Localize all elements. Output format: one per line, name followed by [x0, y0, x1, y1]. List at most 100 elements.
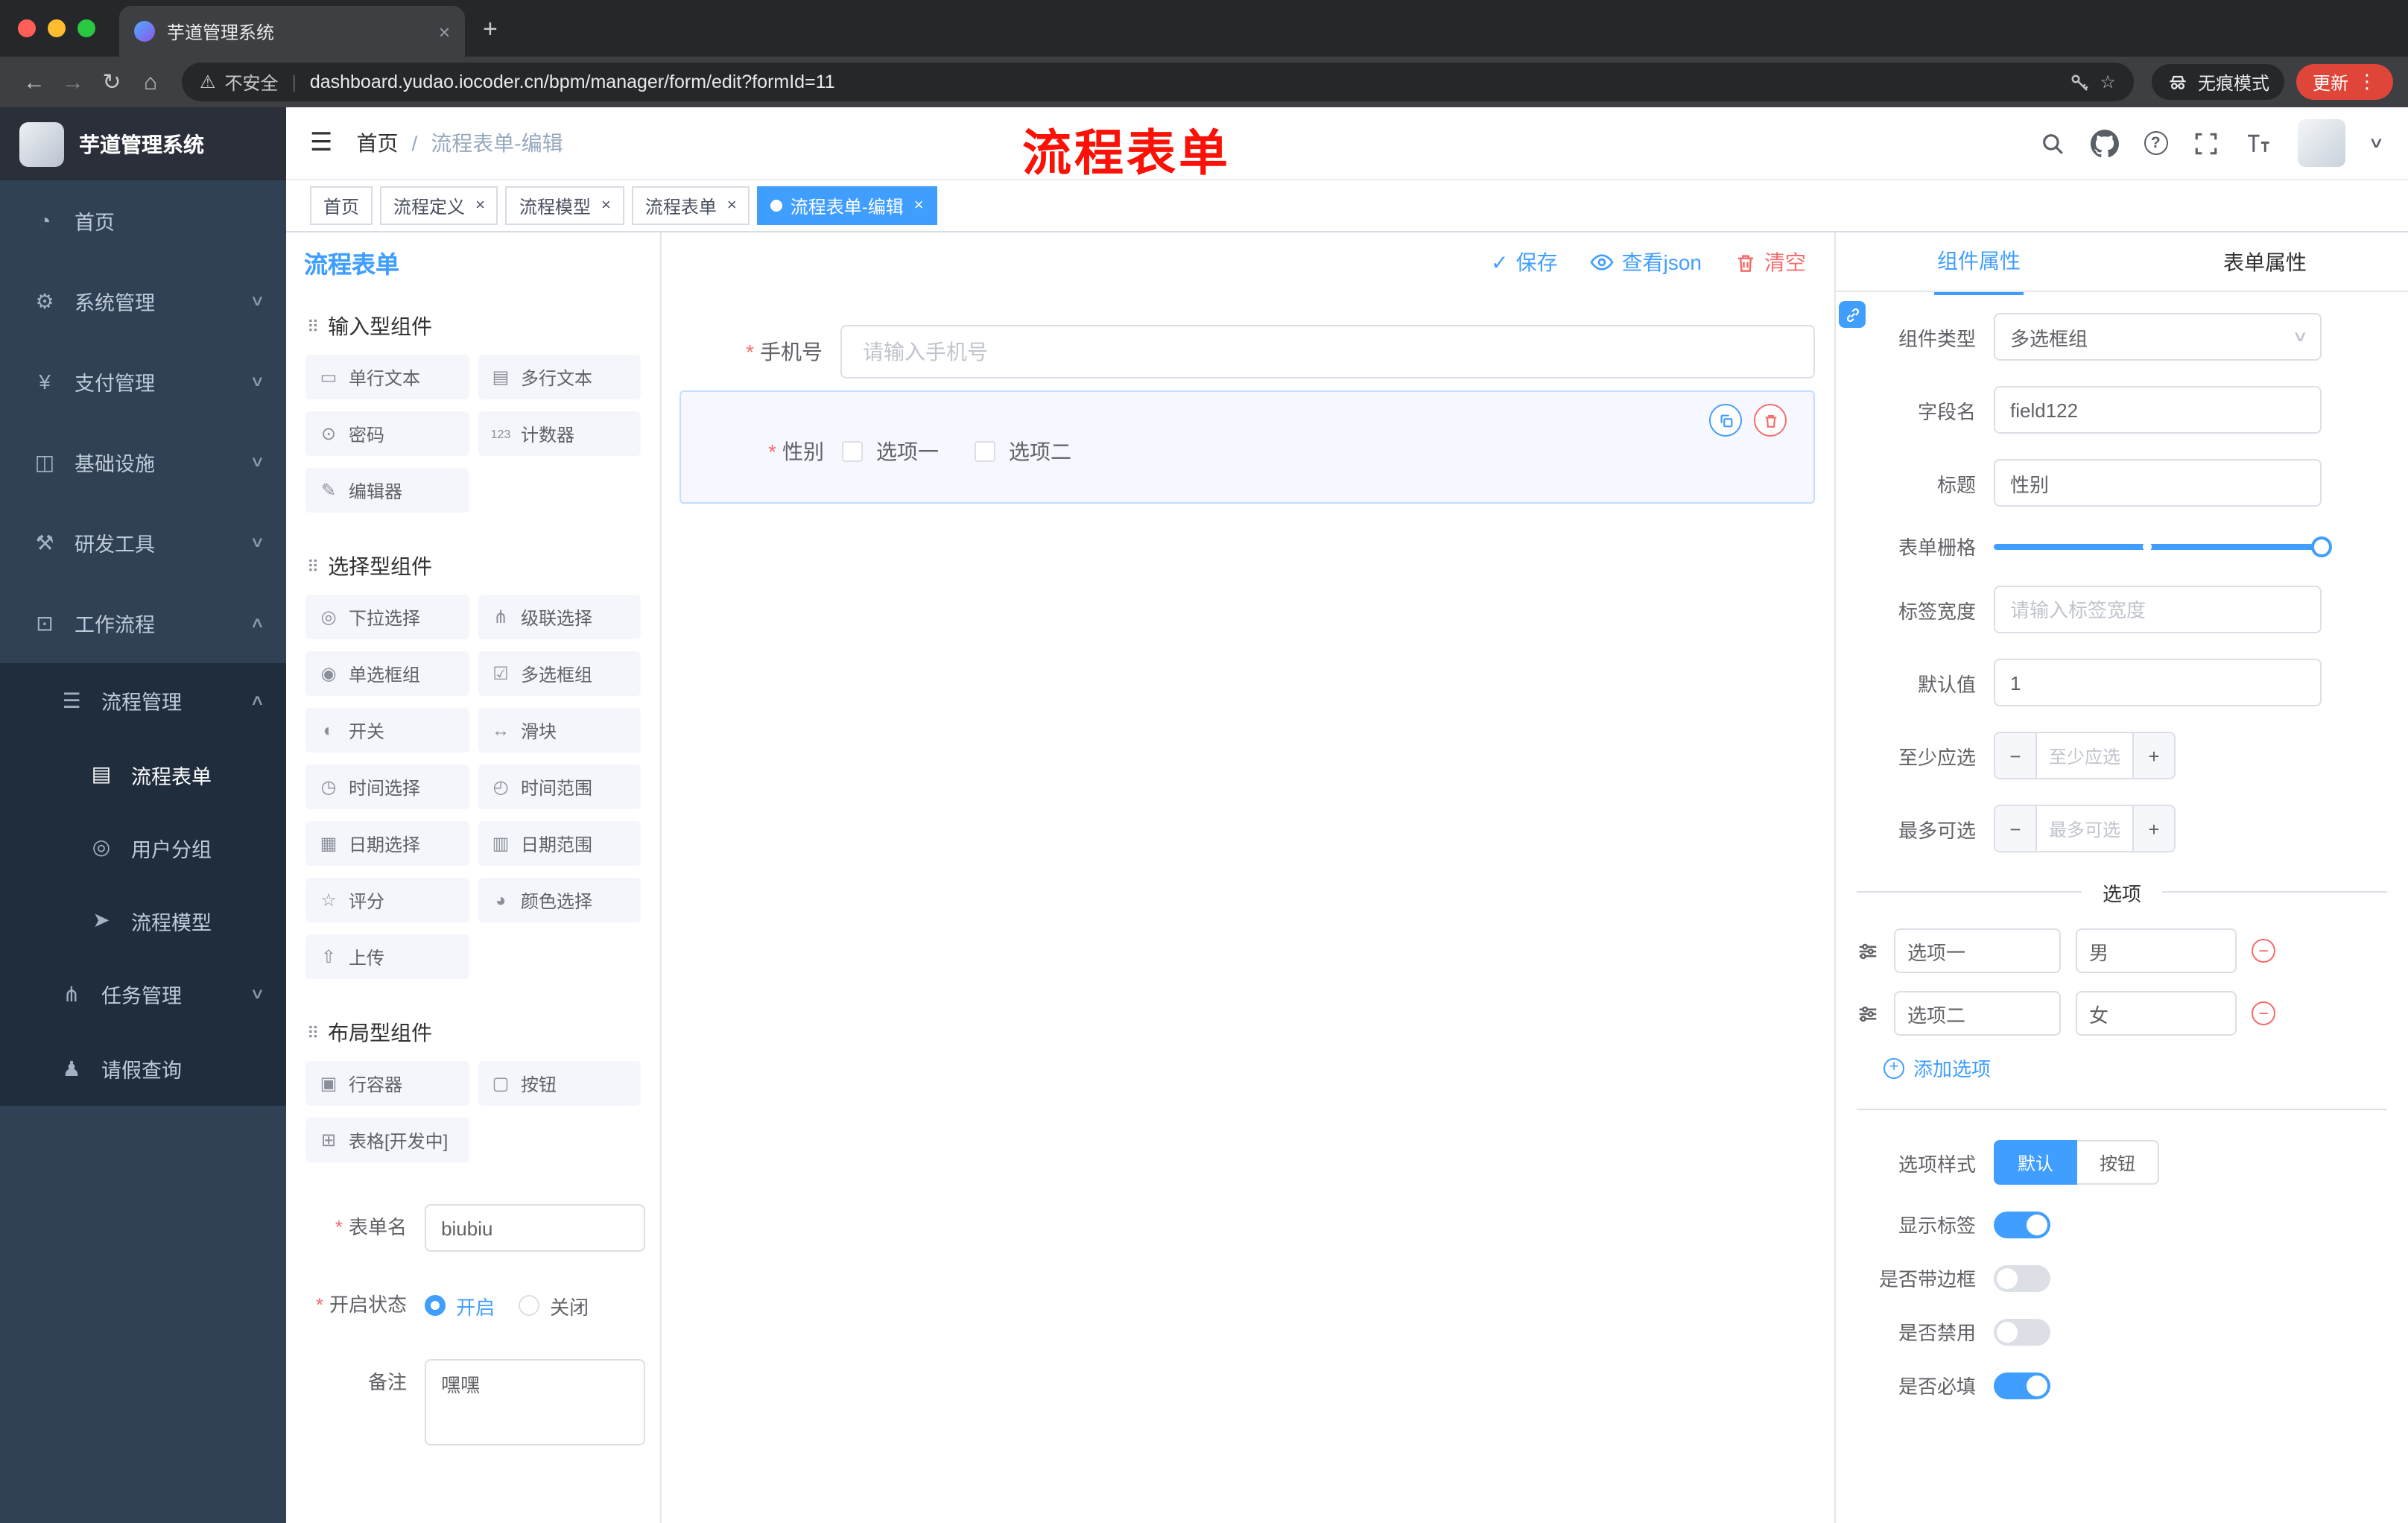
- title-input[interactable]: [1994, 459, 2322, 507]
- default-value-input[interactable]: [1994, 659, 2322, 706]
- github-icon[interactable]: [2090, 129, 2119, 157]
- fullscreen-icon[interactable]: [2193, 130, 2218, 156]
- tag-close-icon[interactable]: ×: [475, 197, 485, 215]
- avatar[interactable]: [2297, 119, 2345, 167]
- new-tab-button[interactable]: +: [483, 15, 498, 45]
- sidebar-item-dev-tools[interactable]: ⚒ 研发工具 ∨: [0, 502, 286, 583]
- component-type-select[interactable]: 多选框组 ∨: [1994, 313, 2322, 361]
- remove-option-button[interactable]: −: [2252, 939, 2275, 963]
- sidebar-item-user-group[interactable]: ◎ 用户分组: [0, 811, 286, 884]
- sidebar-item-workflow[interactable]: ⊡ 工作流程 ∧: [0, 583, 286, 663]
- reload-button[interactable]: ↻: [92, 63, 131, 101]
- border-switch[interactable]: [1994, 1264, 2050, 1291]
- tab-close-icon[interactable]: ×: [439, 20, 450, 42]
- copy-component-button[interactable]: [1709, 404, 1742, 437]
- sidebar-item-system-management[interactable]: ⚙ 系统管理 ∨: [0, 261, 286, 341]
- sidebar-toggle-icon[interactable]: ☰: [310, 128, 333, 158]
- clear-button[interactable]: 清空: [1734, 247, 1806, 277]
- disabled-switch[interactable]: [1994, 1318, 2050, 1345]
- palette-item-table[interactable]: ⊞ 表格[开发中]: [305, 1118, 469, 1162]
- back-button[interactable]: ←: [15, 63, 54, 101]
- gender-field-selected[interactable]: 性别 选项一 选项二: [679, 390, 1815, 504]
- palette-item-date-range[interactable]: ▥ 日期范围: [478, 821, 641, 866]
- option-name-input[interactable]: [1894, 991, 2061, 1036]
- palette-item-slider[interactable]: ↔ 滑块: [478, 708, 641, 753]
- phone-field[interactable]: 手机号: [679, 325, 1815, 379]
- phone-input[interactable]: [840, 325, 1815, 379]
- tag-process-definition[interactable]: 流程定义 ×: [380, 186, 498, 225]
- palette-item-password[interactable]: ⊙ 密码: [305, 411, 469, 456]
- palette-item-switch[interactable]: ◐ 开关: [305, 708, 469, 753]
- palette-item-time-picker[interactable]: ◷ 时间选择: [305, 764, 469, 809]
- address-bar[interactable]: ⚠ 不安全 | dashboard.yudao.iocoder.cn/bpm/m…: [182, 63, 2134, 101]
- sidebar-item-task-management[interactable]: ⋔ 任务管理 ∨: [0, 957, 286, 1031]
- status-radio-off[interactable]: 关闭: [519, 1291, 589, 1320]
- maximize-window-button[interactable]: [77, 19, 95, 37]
- option-name-input[interactable]: [1894, 928, 2061, 973]
- link-icon[interactable]: [1839, 301, 1866, 328]
- font-size-icon[interactable]: [2243, 130, 2272, 156]
- option-value-input[interactable]: [2076, 928, 2237, 973]
- label-width-input[interactable]: [1994, 586, 2322, 633]
- avatar-caret-icon[interactable]: ∨: [2368, 135, 2384, 151]
- search-icon[interactable]: [2039, 130, 2065, 156]
- palette-item-button[interactable]: ▢ 按钮: [478, 1061, 641, 1106]
- min-select-value[interactable]: 至少应选: [2037, 733, 2132, 778]
- sidebar-item-process-model[interactable]: ➤ 流程模型: [0, 884, 286, 957]
- bookmark-star-icon[interactable]: ☆: [2100, 72, 2116, 92]
- palette-item-single-line-text[interactable]: ▭ 单行文本: [305, 355, 469, 399]
- update-button[interactable]: 更新 ⋮: [2295, 64, 2393, 100]
- tab-form-props[interactable]: 表单属性: [2122, 232, 2408, 291]
- home-button[interactable]: ⌂: [131, 63, 170, 101]
- palette-item-radio-group[interactable]: ◉ 单选框组: [305, 651, 469, 696]
- tag-process-form-edit[interactable]: 流程表单-编辑 ×: [757, 186, 937, 225]
- palette-item-rating[interactable]: ☆ 评分: [305, 878, 469, 922]
- status-radio-on[interactable]: 开启: [425, 1291, 495, 1320]
- slider-handle[interactable]: [2311, 536, 2332, 557]
- palette-item-editor[interactable]: ✎ 编辑器: [305, 468, 469, 513]
- checkbox-option-2[interactable]: 选项二: [975, 437, 1071, 466]
- minimize-window-button[interactable]: [48, 19, 66, 37]
- required-switch[interactable]: [1994, 1372, 2050, 1399]
- decrease-button[interactable]: −: [1995, 733, 2037, 778]
- sidebar-item-infrastructure[interactable]: ◫ 基础设施 ∨: [0, 422, 286, 502]
- sidebar-item-home[interactable]: ◔ 首页: [0, 180, 286, 261]
- add-option-button[interactable]: + 添加选项: [1857, 1054, 2387, 1082]
- option-value-input[interactable]: [2076, 991, 2237, 1036]
- sidebar-item-process-management[interactable]: ☰ 流程管理 ∧: [0, 663, 286, 738]
- tag-close-icon[interactable]: ×: [601, 197, 611, 215]
- remove-option-button[interactable]: −: [2252, 1001, 2275, 1025]
- field-name-input[interactable]: [1994, 386, 2322, 434]
- save-button[interactable]: ✓ 保存: [1491, 247, 1557, 277]
- palette-item-multi-line-text[interactable]: ▤ 多行文本: [478, 355, 641, 399]
- drag-handle-icon[interactable]: [1857, 1002, 1879, 1025]
- palette-item-checkbox-group[interactable]: ☑ 多选框组: [478, 651, 641, 696]
- palette-item-time-range[interactable]: ◴ 时间范围: [478, 764, 641, 809]
- password-key-icon[interactable]: [2068, 71, 2091, 93]
- form-grid-slider[interactable]: [1994, 536, 2332, 557]
- palette-item-dropdown-select[interactable]: ◎ 下拉选择: [305, 595, 469, 639]
- sidebar-item-leave-query[interactable]: ♟ 请假查询: [0, 1031, 286, 1106]
- tag-process-model[interactable]: 流程模型 ×: [505, 186, 624, 225]
- sidebar-item-process-form[interactable]: ▤ 流程表单: [0, 738, 286, 811]
- max-select-value[interactable]: 最多可选: [2037, 806, 2132, 851]
- delete-component-button[interactable]: [1754, 404, 1787, 437]
- browser-tab[interactable]: 芋道管理系统 ×: [119, 6, 465, 57]
- checkbox-icon[interactable]: [842, 441, 863, 462]
- tab-component-props[interactable]: 组件属性: [1836, 232, 2122, 294]
- tag-close-icon[interactable]: ×: [914, 197, 924, 215]
- browser-menu-icon[interactable]: ⋮: [2357, 70, 2377, 94]
- checkbox-icon[interactable]: [975, 441, 995, 462]
- palette-item-upload[interactable]: ⇧ 上传: [305, 934, 469, 979]
- form-name-input[interactable]: [425, 1204, 645, 1252]
- decrease-button[interactable]: −: [1995, 806, 2037, 851]
- tag-process-form[interactable]: 流程表单 ×: [631, 186, 750, 225]
- increase-button[interactable]: +: [2132, 806, 2174, 851]
- palette-item-row-container[interactable]: ▣ 行容器: [305, 1061, 469, 1106]
- palette-item-counter[interactable]: 123 计数器: [478, 411, 641, 456]
- remark-textarea[interactable]: 嘿嘿: [425, 1359, 645, 1446]
- option-style-default-button[interactable]: 默认: [1994, 1140, 2078, 1185]
- palette-item-cascader[interactable]: ⋔ 级联选择: [478, 595, 641, 639]
- drag-handle-icon[interactable]: [1857, 940, 1879, 962]
- forward-button[interactable]: →: [54, 63, 92, 101]
